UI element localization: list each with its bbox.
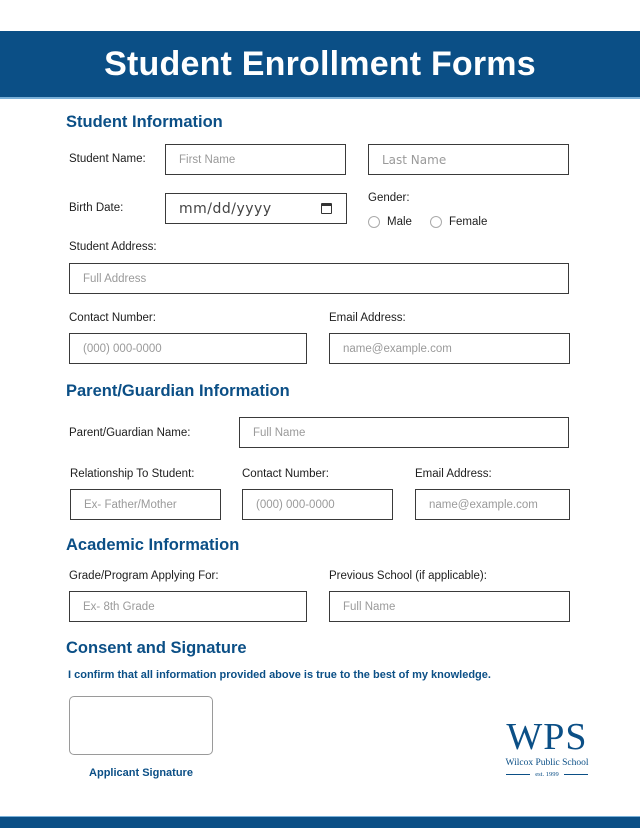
student-email-input[interactable]: name@example.com <box>329 333 570 364</box>
signature-label: Applicant Signature <box>89 767 193 779</box>
relationship-input[interactable]: Ex- Father/Mother <box>70 489 221 520</box>
radio-female[interactable] <box>430 216 442 228</box>
section-title-parent: Parent/Guardian Information <box>66 382 290 400</box>
prev-school-placeholder: Full Name <box>343 600 396 613</box>
address-placeholder: Full Address <box>83 272 147 285</box>
parent-name-input[interactable]: Full Name <box>239 417 569 448</box>
prev-school-input[interactable]: Full Name <box>329 591 570 622</box>
grade-placeholder: Ex- 8th Grade <box>83 600 155 613</box>
logo-established: est. 1999 <box>497 771 597 778</box>
grade-label: Grade/Program Applying For: <box>69 570 219 582</box>
gender-male-label: Male <box>387 216 412 228</box>
first-name-input[interactable]: First Name <box>165 144 346 175</box>
section-title-academic: Academic Information <box>66 536 240 554</box>
gender-female-label: Female <box>449 216 488 228</box>
parent-name-placeholder: Full Name <box>253 426 306 439</box>
gender-option-male[interactable]: Male <box>368 216 412 228</box>
logo-est-text: est. 1999 <box>535 771 559 778</box>
parent-email-label: Email Address: <box>415 468 492 480</box>
signature-box[interactable] <box>69 696 213 755</box>
section-title-consent: Consent and Signature <box>66 639 247 657</box>
radio-male[interactable] <box>368 216 380 228</box>
student-name-label: Student Name: <box>69 153 146 165</box>
parent-contact-label: Contact Number: <box>242 468 329 480</box>
logo-monogram: WPS <box>506 716 588 758</box>
section-title-student: Student Information <box>66 113 223 131</box>
parent-name-label: Parent/Guardian Name: <box>69 427 191 439</box>
consent-statement: I confirm that all information provided … <box>68 669 491 681</box>
birth-date-input[interactable]: mm/dd/yyyy <box>165 193 347 224</box>
page-header: Student Enrollment Forms <box>0 31 640 99</box>
logo-school-name: Wilcox Public School <box>505 758 589 768</box>
parent-email-placeholder: name@example.com <box>429 498 538 511</box>
school-logo: WPS Wilcox Public School est. 1999 <box>497 718 597 778</box>
parent-email-input[interactable]: name@example.com <box>415 489 570 520</box>
parent-contact-placeholder: (000) 000-0000 <box>256 498 335 511</box>
parent-contact-input[interactable]: (000) 000-0000 <box>242 489 393 520</box>
prev-school-label: Previous School (if applicable): <box>329 570 487 582</box>
calendar-icon[interactable] <box>321 203 332 214</box>
birth-date-label: Birth Date: <box>69 202 124 214</box>
last-name-placeholder: Last Name <box>382 152 447 167</box>
student-address-label: Student Address: <box>69 241 157 253</box>
student-email-placeholder: name@example.com <box>343 342 452 355</box>
page-footer-bar <box>0 816 640 828</box>
grade-input[interactable]: Ex- 8th Grade <box>69 591 307 622</box>
student-address-input[interactable]: Full Address <box>69 263 569 294</box>
relationship-placeholder: Ex- Father/Mother <box>84 498 177 511</box>
student-contact-label: Contact Number: <box>69 312 156 324</box>
first-name-placeholder: First Name <box>179 153 236 166</box>
last-name-input[interactable]: Last Name <box>368 144 569 175</box>
logo-divider-left <box>506 774 531 775</box>
page-title: Student Enrollment Forms <box>104 44 536 83</box>
logo-divider-right <box>563 774 588 775</box>
student-email-label: Email Address: <box>329 312 406 324</box>
birth-date-placeholder: mm/dd/yyyy <box>179 200 272 217</box>
gender-option-female[interactable]: Female <box>430 216 487 228</box>
student-contact-placeholder: (000) 000-0000 <box>83 342 162 355</box>
gender-label: Gender: <box>368 192 410 204</box>
student-contact-input[interactable]: (000) 000-0000 <box>69 333 307 364</box>
relationship-label: Relationship To Student: <box>70 468 195 480</box>
